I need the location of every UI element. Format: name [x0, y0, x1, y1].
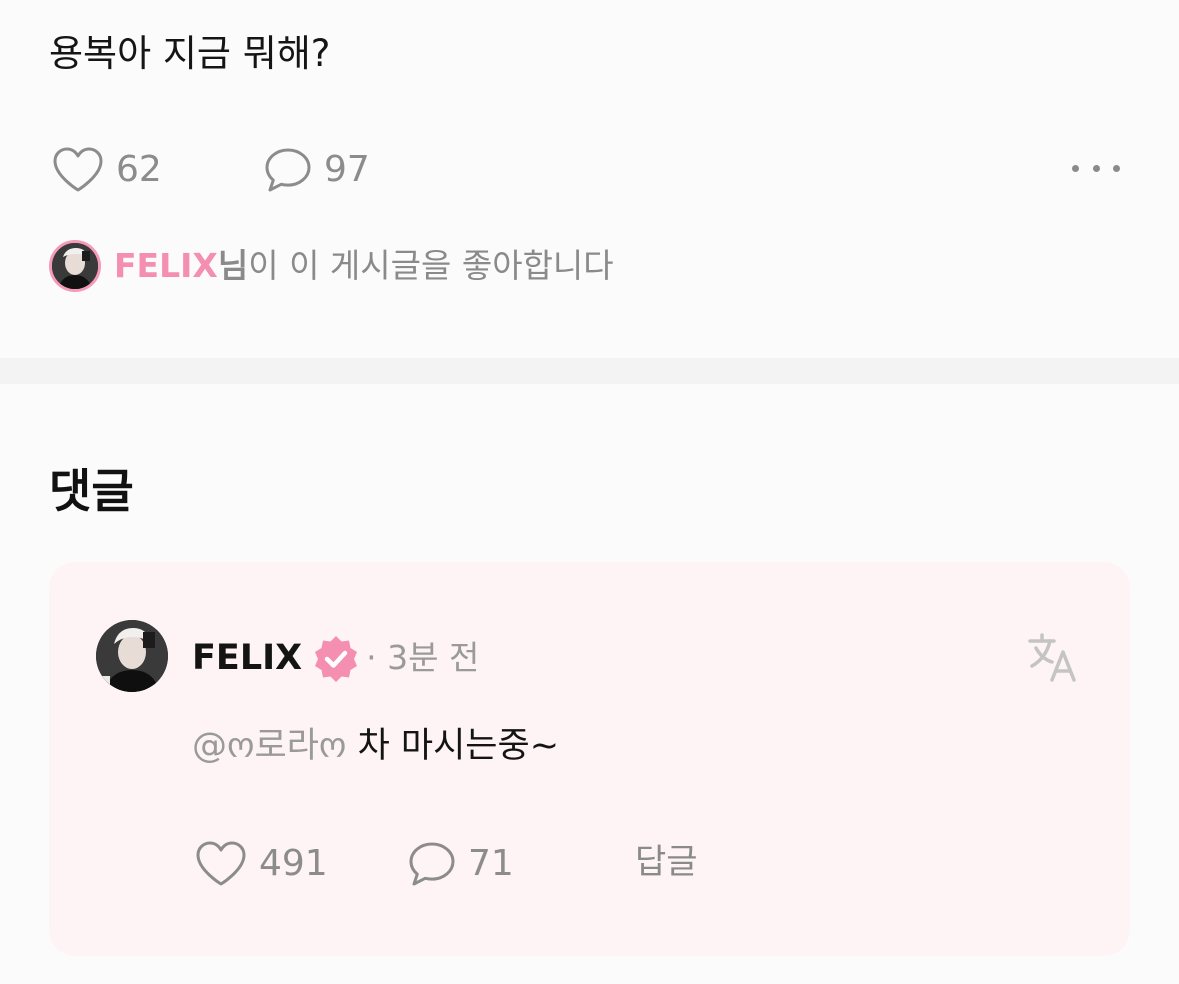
comment-replies-button[interactable]: 71: [408, 840, 514, 888]
comment-text: 차 마시는중~: [346, 726, 560, 766]
post-comment-button[interactable]: 97: [264, 146, 370, 194]
post-like-count: 62: [116, 149, 162, 190]
heart-icon: [196, 841, 246, 886]
comment-mention[interactable]: @ო로라ო: [192, 726, 346, 766]
post-like-button[interactable]: 62: [52, 146, 162, 194]
verified-badge-icon: [315, 636, 358, 682]
comment-bubble-icon: [265, 148, 311, 192]
comment-reply-count: 71: [468, 843, 514, 884]
more-options-button[interactable]: [1066, 148, 1126, 188]
section-divider: [0, 358, 1179, 384]
liked-by-name[interactable]: FELIX: [114, 246, 218, 285]
liked-by-row[interactable]: FELIX님이 이 게시글을 좋아합니다: [49, 240, 614, 292]
comment-header: FELIX · 3분 전: [192, 634, 479, 682]
comment-body: @ო로라ო 차 마시는중~: [192, 722, 559, 770]
post-text: 용복아 지금 뭐해?: [49, 32, 331, 75]
more-horizontal-icon: [1072, 164, 1079, 172]
liked-by-avatar: [49, 240, 101, 292]
comment-bubble-icon: [409, 842, 455, 886]
comment-like-button[interactable]: 491: [195, 840, 328, 888]
post-comment-count: 97: [324, 149, 370, 190]
translate-icon: [1028, 633, 1076, 682]
comment-card: FELIX · 3분 전 @ო로라ო 차 마시는중~ 491 71 답글: [49, 562, 1130, 956]
comment-time: · 3분 전: [366, 638, 480, 677]
comments-heading: 댓글: [49, 464, 134, 518]
liked-by-text: FELIX님이 이 게시글을 좋아합니다: [114, 244, 614, 288]
reply-button[interactable]: 답글: [635, 840, 698, 884]
post: 용복아 지금 뭐해? 62 97 FELIX님이 이 게시글을 좋아합니다: [0, 0, 1179, 358]
liked-by-rest: 이 이 게시글을 좋아합니다: [248, 246, 614, 285]
heart-icon: [53, 147, 103, 192]
comment-author[interactable]: FELIX: [192, 635, 302, 681]
translate-button[interactable]: [1027, 632, 1079, 688]
liked-by-suffix: 님: [217, 246, 249, 285]
comment-avatar[interactable]: [96, 620, 168, 692]
comment-like-count: 491: [259, 843, 328, 884]
